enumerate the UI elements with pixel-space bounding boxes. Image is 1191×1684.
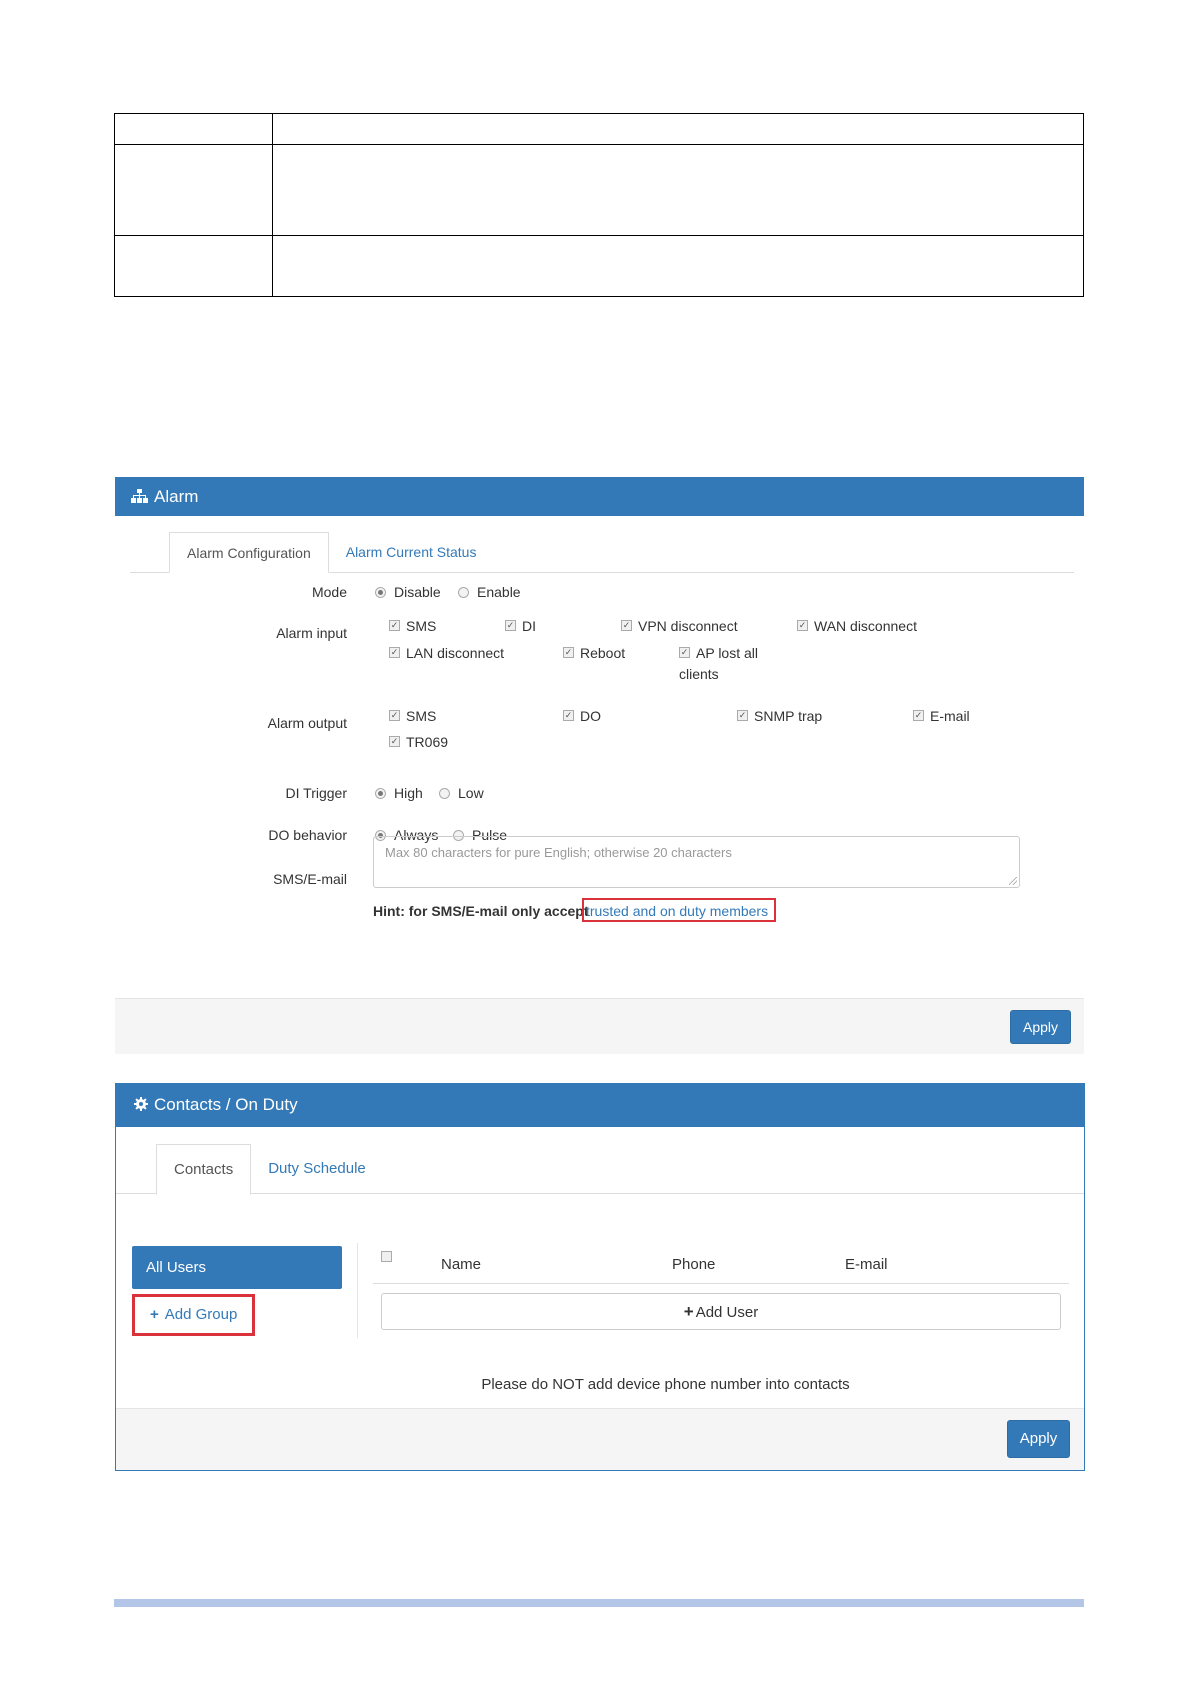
column-header-name: Name <box>441 1256 482 1273</box>
checkbox-checked-icon: ✓ <box>563 646 574 658</box>
contacts-apply-button[interactable]: Apply <box>1007 1420 1070 1458</box>
add-user-button[interactable]: + Add User <box>381 1293 1061 1330</box>
resize-grip-icon[interactable] <box>1009 877 1017 885</box>
contacts-panel-title: Contacts / On Duty <box>154 1095 298 1114</box>
alarm-output-tr069-checkbox[interactable]: ✓ TR069 <box>389 734 448 750</box>
alarm-output-sms-checkbox[interactable]: ✓ SMS <box>389 708 436 724</box>
radio-icon <box>439 787 450 799</box>
checkbox-checked-icon: ✓ <box>797 619 808 631</box>
checkbox-checked-icon: ✓ <box>389 646 400 658</box>
alarm-output-do-checkbox[interactable]: ✓ DO <box>563 708 601 724</box>
checkbox-checked-icon: ✓ <box>389 619 400 631</box>
plus-icon: + <box>150 1306 159 1323</box>
di-trigger-high-radio[interactable]: High <box>375 785 423 801</box>
radio-icon <box>458 586 469 598</box>
mode-label: Mode <box>311 584 347 600</box>
alarm-input-label: Alarm input <box>276 625 347 641</box>
sms-email-label: SMS/E-mail <box>273 871 347 887</box>
plus-icon: + <box>683 1302 694 1321</box>
sidebar-divider <box>357 1243 358 1338</box>
alarm-tabs: Alarm Configuration Alarm Current Status <box>130 532 1074 573</box>
select-all-checkbox[interactable] <box>381 1251 392 1262</box>
mode-disable-radio[interactable]: Disable <box>375 584 441 600</box>
add-group-button[interactable]: + Add Group <box>132 1294 255 1336</box>
tab-duty-schedule[interactable]: Duty Schedule <box>251 1144 383 1194</box>
column-header-phone: Phone <box>672 1256 716 1273</box>
alarm-input-reboot-checkbox[interactable]: ✓ Reboot <box>563 645 625 661</box>
table-header-divider <box>373 1283 1069 1284</box>
all-users-item[interactable]: All Users <box>132 1246 342 1289</box>
checkbox-checked-icon: ✓ <box>505 619 516 631</box>
checkbox-checked-icon: ✓ <box>389 709 400 721</box>
contacts-panel-header: Contacts / On Duty <box>115 1083 1085 1127</box>
column-header-email: E-mail <box>845 1256 888 1273</box>
gear-icon <box>134 1084 148 1128</box>
contacts-warning: Please do NOT add device phone number in… <box>481 1376 850 1393</box>
checkbox-checked-icon: ✓ <box>913 709 924 721</box>
trusted-members-link[interactable]: trusted and on duty members <box>582 898 777 922</box>
tab-alarm-current-status[interactable]: Alarm Current Status <box>329 532 494 572</box>
page-footer-rule <box>114 1599 1084 1607</box>
contacts-panel: Contacts / On Duty Contacts Duty Schedul… <box>115 1083 1085 1471</box>
alarm-output-snmp-checkbox[interactable]: ✓ SNMP trap <box>737 708 822 724</box>
sms-email-textarea[interactable]: Max 80 characters for pure English; othe… <box>373 836 1020 888</box>
alarm-output-email-checkbox[interactable]: ✓ E-mail <box>913 708 970 724</box>
sms-email-placeholder: Max 80 characters for pure English; othe… <box>385 845 732 860</box>
alarm-input-di-checkbox[interactable]: ✓ DI <box>505 618 536 634</box>
checkbox-checked-icon: ✓ <box>737 709 748 721</box>
alarm-footer: Apply <box>115 998 1084 1054</box>
alarm-input-ap-lost-label-line2: clients <box>679 666 719 682</box>
checkbox-checked-icon: ✓ <box>563 709 574 721</box>
di-trigger-low-radio[interactable]: Low <box>439 785 484 801</box>
alarm-input-lan-checkbox[interactable]: ✓ LAN disconnect <box>389 645 504 661</box>
alarm-apply-button[interactable]: Apply <box>1010 1010 1071 1044</box>
alarm-panel-header: Alarm <box>115 477 1084 516</box>
sitemap-icon <box>131 478 148 517</box>
alarm-panel-title: Alarm <box>154 487 199 506</box>
alarm-output-label: Alarm output <box>267 715 347 731</box>
contacts-footer: Apply <box>116 1408 1084 1470</box>
checkbox-checked-icon: ✓ <box>621 619 632 631</box>
contacts-tabs: Contacts Duty Schedule <box>116 1144 1084 1195</box>
do-behavior-label: DO behavior <box>268 827 347 843</box>
tab-contacts[interactable]: Contacts <box>156 1144 252 1195</box>
alarm-input-wan-checkbox[interactable]: ✓ WAN disconnect <box>797 618 917 634</box>
checkbox-checked-icon: ✓ <box>389 735 400 747</box>
checkbox-checked-icon: ✓ <box>679 646 690 658</box>
alarm-panel: Alarm Alarm Configuration Alarm Current … <box>115 477 1084 1054</box>
top-empty-table <box>114 113 1084 297</box>
alarm-input-vpn-checkbox[interactable]: ✓ VPN disconnect <box>621 618 738 634</box>
di-trigger-label: DI Trigger <box>285 785 347 801</box>
alarm-input-ap-lost-checkbox[interactable]: ✓ AP lost all <box>679 645 758 661</box>
mode-enable-radio[interactable]: Enable <box>458 584 521 600</box>
tab-alarm-configuration[interactable]: Alarm Configuration <box>169 532 329 573</box>
alarm-input-sms-checkbox[interactable]: ✓ SMS <box>389 618 436 634</box>
radio-selected-icon <box>375 586 386 598</box>
radio-selected-icon <box>375 787 386 799</box>
hint-text: Hint: for SMS/E-mail only accept <box>373 903 589 919</box>
